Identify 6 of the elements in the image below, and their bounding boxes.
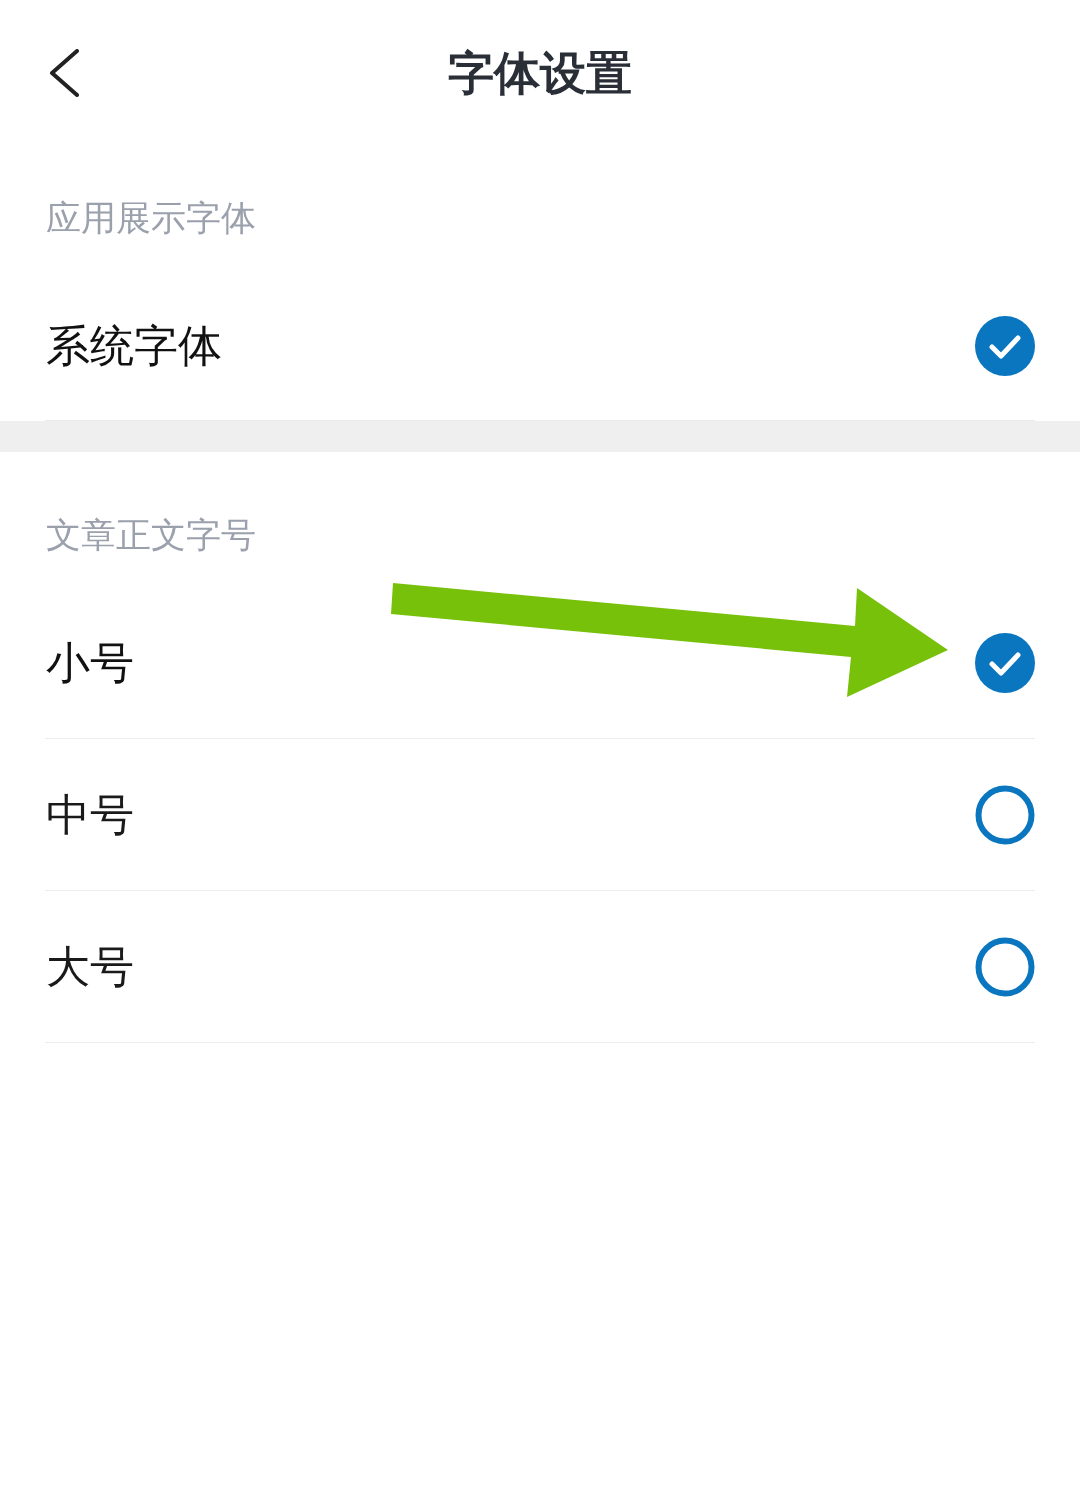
font-option[interactable]: 大号 — [45, 891, 1035, 1043]
section-label: 文章正文字号 — [46, 515, 256, 555]
font-option[interactable]: 中号 — [45, 739, 1035, 891]
back-icon — [48, 49, 80, 97]
section-label: 应用展示字体 — [46, 198, 256, 238]
page-title: 字体设置 — [448, 45, 632, 101]
